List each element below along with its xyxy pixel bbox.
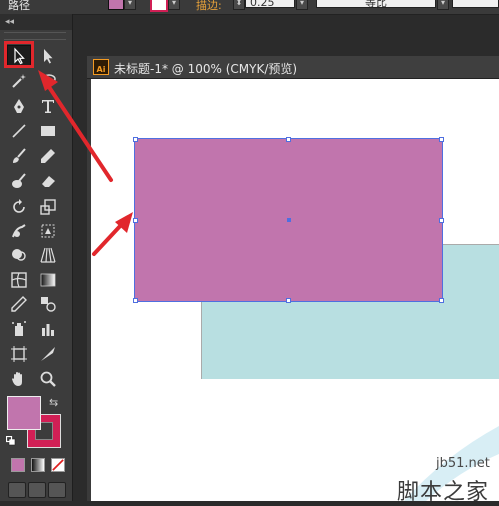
eyedropper-tool-button[interactable] xyxy=(7,293,31,315)
rectangle-icon xyxy=(41,126,55,136)
hand-tool-button[interactable] xyxy=(7,368,31,390)
eraser-icon xyxy=(42,176,55,187)
shape-builder-icon xyxy=(12,249,26,261)
illustrator-app-icon: Ai xyxy=(93,59,109,75)
none-mode-button[interactable] xyxy=(51,458,65,472)
rotate-tool-button[interactable] xyxy=(7,196,31,218)
pencil-tool-button[interactable] xyxy=(36,145,60,167)
pen-tool-button[interactable] xyxy=(7,95,31,117)
lasso-icon xyxy=(42,74,56,89)
control-bar: 路径 ▾ ▾ 描边: ⬍ 0.25 ▾ 等比 ▾ xyxy=(0,0,499,15)
column-graph-tool-button[interactable] xyxy=(36,318,60,340)
none-slash-icon xyxy=(52,459,64,471)
artboard-tool-button[interactable] xyxy=(7,343,31,365)
default-fill-stroke-icon[interactable] xyxy=(6,436,16,446)
eyedropper-icon xyxy=(11,296,27,312)
slice-knife-icon xyxy=(41,347,55,361)
eraser-tool-button[interactable] xyxy=(36,170,60,192)
watermark-domain: jb51.net xyxy=(436,456,490,471)
stroke-weight-dropdown-icon[interactable]: ▾ xyxy=(296,0,308,10)
variable-width-profile[interactable]: 等比 xyxy=(316,0,436,9)
scale-tool-button[interactable] xyxy=(36,196,60,218)
selection-handle[interactable] xyxy=(286,137,291,142)
stroke-swatch-control[interactable] xyxy=(150,0,168,12)
hand-icon xyxy=(12,372,22,386)
free-transform-tool-button[interactable] xyxy=(36,220,60,242)
stroke-stepper[interactable]: ⬍ xyxy=(233,0,245,10)
stroke-weight-label: 描边: xyxy=(196,0,222,12)
type-t-icon xyxy=(42,100,54,113)
slice-tool-button[interactable] xyxy=(36,343,60,365)
color-mode-button[interactable] xyxy=(11,458,25,472)
blend-icon xyxy=(41,297,56,312)
panel-label: 路径 xyxy=(8,0,30,12)
magic-wand-tool-button[interactable] xyxy=(7,70,31,92)
line-segment-icon xyxy=(12,124,26,138)
brush-definition-field[interactable] xyxy=(452,0,499,8)
draw-behind-button[interactable] xyxy=(28,482,46,498)
document-tab[interactable]: Ai 未标题-1* @ 100% (CMYK/预览) xyxy=(87,56,499,79)
document-title: 未标题-1* @ 100% (CMYK/预览) xyxy=(114,62,298,76)
selection-handle[interactable] xyxy=(439,298,444,303)
selection-handle[interactable] xyxy=(133,298,138,303)
artboard-icon xyxy=(11,346,27,362)
paintbrush-icon xyxy=(13,148,26,163)
pencil-icon xyxy=(41,149,55,163)
direct-selection-tool-button[interactable] xyxy=(36,45,60,67)
lasso-tool-button[interactable] xyxy=(36,70,60,92)
selection-handle[interactable] xyxy=(286,298,291,303)
tool-highlight-box xyxy=(4,41,34,68)
symbol-sprayer-tool-button[interactable] xyxy=(7,318,31,340)
direct-selection-icon xyxy=(44,49,53,64)
symbol-sprayer-icon xyxy=(12,321,26,336)
watermark-site-name: 脚本之家 xyxy=(397,480,490,505)
profile-dropdown-icon[interactable]: ▾ xyxy=(437,0,449,10)
blob-brush-tool-button[interactable] xyxy=(7,170,31,192)
gradient-icon xyxy=(40,273,56,287)
zoom-tool-button[interactable] xyxy=(36,368,60,390)
draw-normal-button[interactable] xyxy=(8,482,26,498)
pen-nib-icon xyxy=(14,99,24,113)
gradient-mode-button[interactable] xyxy=(31,458,45,472)
perspective-grid-icon xyxy=(40,247,56,263)
tools-panel-grip[interactable] xyxy=(4,32,66,40)
draw-inside-button[interactable] xyxy=(48,482,66,498)
paintbrush-tool-button[interactable] xyxy=(7,145,31,167)
fill-swatch-control[interactable] xyxy=(108,0,124,10)
rotate-icon xyxy=(13,199,25,213)
blob-brush-icon xyxy=(12,173,26,188)
warp-hand-icon xyxy=(12,224,26,238)
selection-handle[interactable] xyxy=(439,218,444,223)
fill-dropdown-icon[interactable]: ▾ xyxy=(124,0,136,10)
mesh-icon xyxy=(11,272,27,288)
warp-tool-button[interactable] xyxy=(7,220,31,242)
stroke-weight-field[interactable]: 0.25 xyxy=(245,0,295,9)
gradient-tool-button[interactable] xyxy=(36,269,60,291)
stroke-dropdown-icon[interactable]: ▾ xyxy=(168,0,180,10)
zoom-magnifier-icon xyxy=(40,371,56,387)
rectangle-tool-button[interactable] xyxy=(36,120,60,142)
type-tool-button[interactable] xyxy=(36,95,60,117)
selection-handle[interactable] xyxy=(133,218,138,223)
scale-icon xyxy=(40,199,56,215)
perspective-grid-tool-button[interactable] xyxy=(36,244,60,266)
free-transform-icon xyxy=(41,224,55,238)
line-segment-tool-button[interactable] xyxy=(7,120,31,142)
selection-center-point xyxy=(287,218,291,222)
selection-handle[interactable] xyxy=(439,137,444,142)
shape-builder-tool-button[interactable] xyxy=(7,244,31,266)
magic-wand-icon xyxy=(12,74,26,88)
mesh-tool-button[interactable] xyxy=(7,269,31,291)
blend-tool-button[interactable] xyxy=(36,293,60,315)
tools-panel-collapse-button[interactable]: ◂◂ xyxy=(0,14,72,30)
fill-color-swatch[interactable] xyxy=(7,396,41,430)
column-graph-icon xyxy=(42,324,54,336)
selection-handle[interactable] xyxy=(133,137,138,142)
swap-fill-stroke-icon[interactable]: ⇆ xyxy=(49,396,58,409)
